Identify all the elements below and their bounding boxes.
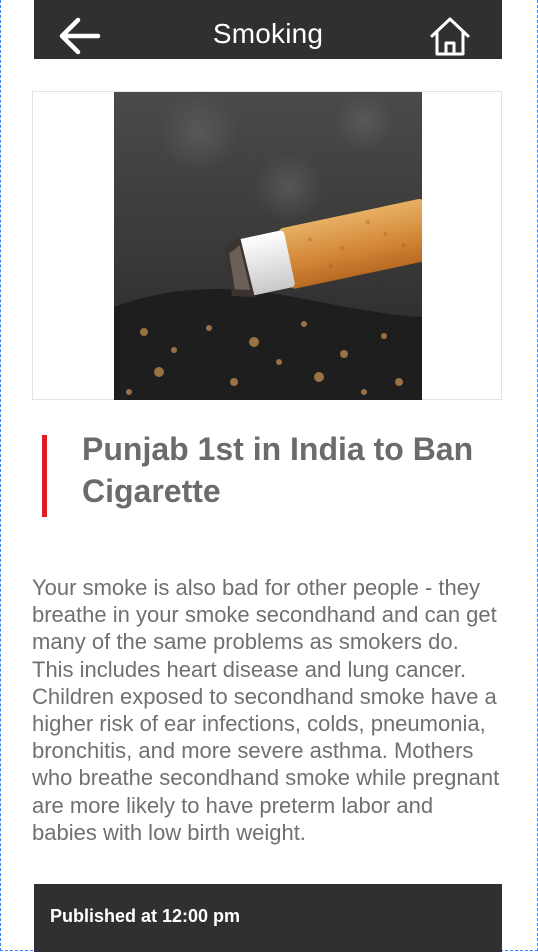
- home-button[interactable]: [426, 14, 474, 58]
- published-time: Published at 12:00 pm: [50, 906, 241, 926]
- article-body: Your smoke is also bad for other people …: [32, 575, 500, 845]
- home-icon: [430, 17, 470, 56]
- article-image-card: [32, 91, 502, 400]
- cigarette-photo: [114, 92, 422, 400]
- headline-accent-bar: [42, 435, 47, 517]
- article-headline: Punjab 1st in India to Ban Cigarette: [82, 431, 474, 509]
- article-footer: Published at 12:00 pm: [34, 884, 502, 952]
- top-app-bar: Smoking: [34, 0, 502, 59]
